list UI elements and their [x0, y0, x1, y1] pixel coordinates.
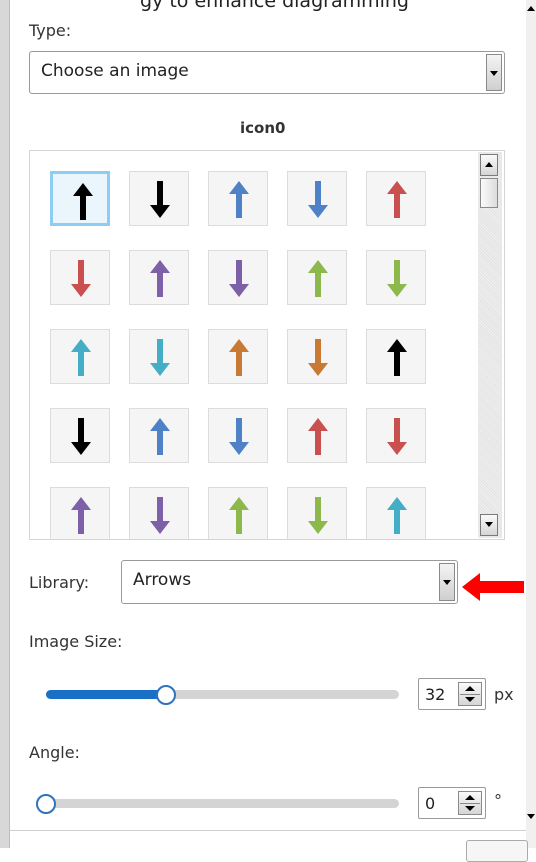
angle-label: Angle: [29, 743, 80, 762]
arrow-down-icon [150, 181, 170, 218]
icon-cell[interactable] [129, 250, 189, 305]
arrow-up-icon [71, 339, 91, 376]
icon-cell[interactable] [366, 250, 426, 305]
arrow-up-icon [308, 418, 328, 455]
panel-scrollbar[interactable] [526, 0, 536, 848]
angle-value: 0 [425, 794, 436, 813]
arrow-down-icon [229, 260, 249, 297]
icon-cell[interactable] [366, 408, 426, 463]
angle-slider-thumb[interactable] [36, 794, 56, 814]
icon-cell[interactable] [287, 171, 347, 226]
arrow-up-icon [387, 181, 407, 218]
arrow-up-icon [387, 339, 407, 376]
arrow-up-icon [308, 260, 328, 297]
arrow-up-icon [229, 181, 249, 218]
arrow-up-icon [387, 497, 407, 534]
type-select-value: Choose an image [41, 61, 189, 81]
arrow-down-icon [71, 260, 91, 297]
icon-cell[interactable] [366, 329, 426, 384]
arrow-up-icon [229, 497, 249, 534]
icon-grid [29, 150, 505, 540]
icon-cell[interactable] [287, 487, 347, 539]
icon-cell[interactable] [129, 171, 189, 226]
icon-cell[interactable] [50, 250, 110, 305]
icon-cell[interactable] [129, 408, 189, 463]
arrow-down-icon [308, 339, 328, 376]
scroll-down-button[interactable] [480, 514, 498, 536]
arrow-up-icon [73, 183, 93, 220]
library-select[interactable]: Arrows [121, 560, 458, 604]
panel-left-border [0, 0, 9, 848]
type-dropdown-button[interactable] [486, 54, 502, 91]
arrow-up-icon [71, 497, 91, 534]
arrow-down-icon [150, 497, 170, 534]
panel-scroll-up-button[interactable] [526, 0, 536, 20]
angle-input[interactable]: 0 [418, 787, 486, 819]
icon-cell[interactable] [50, 171, 110, 226]
image-size-input[interactable]: 32 [418, 678, 486, 710]
scroll-thumb[interactable] [480, 178, 498, 208]
angle-spinner[interactable] [458, 791, 482, 815]
arrow-down-icon [308, 497, 328, 534]
image-size-slider-fill [46, 690, 167, 699]
icon-cell[interactable] [287, 408, 347, 463]
icon-cell[interactable] [287, 329, 347, 384]
image-size-value: 32 [425, 685, 446, 704]
arrow-down-icon [387, 418, 407, 455]
icon-cell[interactable] [366, 487, 426, 539]
icon-cell[interactable] [208, 487, 268, 539]
icon-cell[interactable] [50, 329, 110, 384]
icon-cell[interactable] [129, 487, 189, 539]
scroll-up-button[interactable] [480, 154, 498, 176]
arrow-up-icon [150, 418, 170, 455]
library-select-value: Arrows [133, 570, 192, 590]
icon-title: icon0 [240, 119, 286, 137]
icon-cell[interactable] [287, 250, 347, 305]
icon-cell[interactable] [50, 408, 110, 463]
icon-cell[interactable] [366, 171, 426, 226]
icon-cell[interactable] [208, 329, 268, 384]
type-select[interactable]: Choose an image [29, 51, 505, 94]
arrow-up-icon [150, 260, 170, 297]
panel-left-border-line [9, 0, 10, 848]
panel-scroll-down-button[interactable] [526, 806, 536, 826]
icon-cell[interactable] [50, 487, 110, 539]
image-size-label: Image Size: [29, 632, 123, 651]
angle-slider-track[interactable] [46, 799, 399, 808]
arrow-down-icon [229, 418, 249, 455]
icon-cell[interactable] [208, 171, 268, 226]
arrow-down-icon [71, 418, 91, 455]
angle-unit: ° [494, 791, 502, 810]
icon-cell[interactable] [208, 408, 268, 463]
icon-cell[interactable] [208, 250, 268, 305]
icon-grid-scrollbar[interactable] [478, 152, 502, 538]
clipped-header-text: gy to enhance diagramming [140, 0, 409, 12]
arrow-down-icon [308, 181, 328, 218]
arrow-down-icon [387, 260, 407, 297]
arrow-down-icon [150, 339, 170, 376]
bottom-button[interactable] [466, 840, 528, 862]
icon-cell[interactable] [129, 329, 189, 384]
library-dropdown-button[interactable] [439, 563, 455, 601]
image-size-unit: px [494, 685, 514, 704]
bottom-divider [10, 830, 526, 831]
annotation-arrow-icon [462, 573, 524, 601]
image-size-spinner[interactable] [458, 682, 482, 706]
library-label: Library: [29, 573, 90, 592]
arrow-up-icon [229, 339, 249, 376]
image-size-slider-thumb[interactable] [156, 685, 177, 705]
type-label: Type: [29, 21, 72, 40]
